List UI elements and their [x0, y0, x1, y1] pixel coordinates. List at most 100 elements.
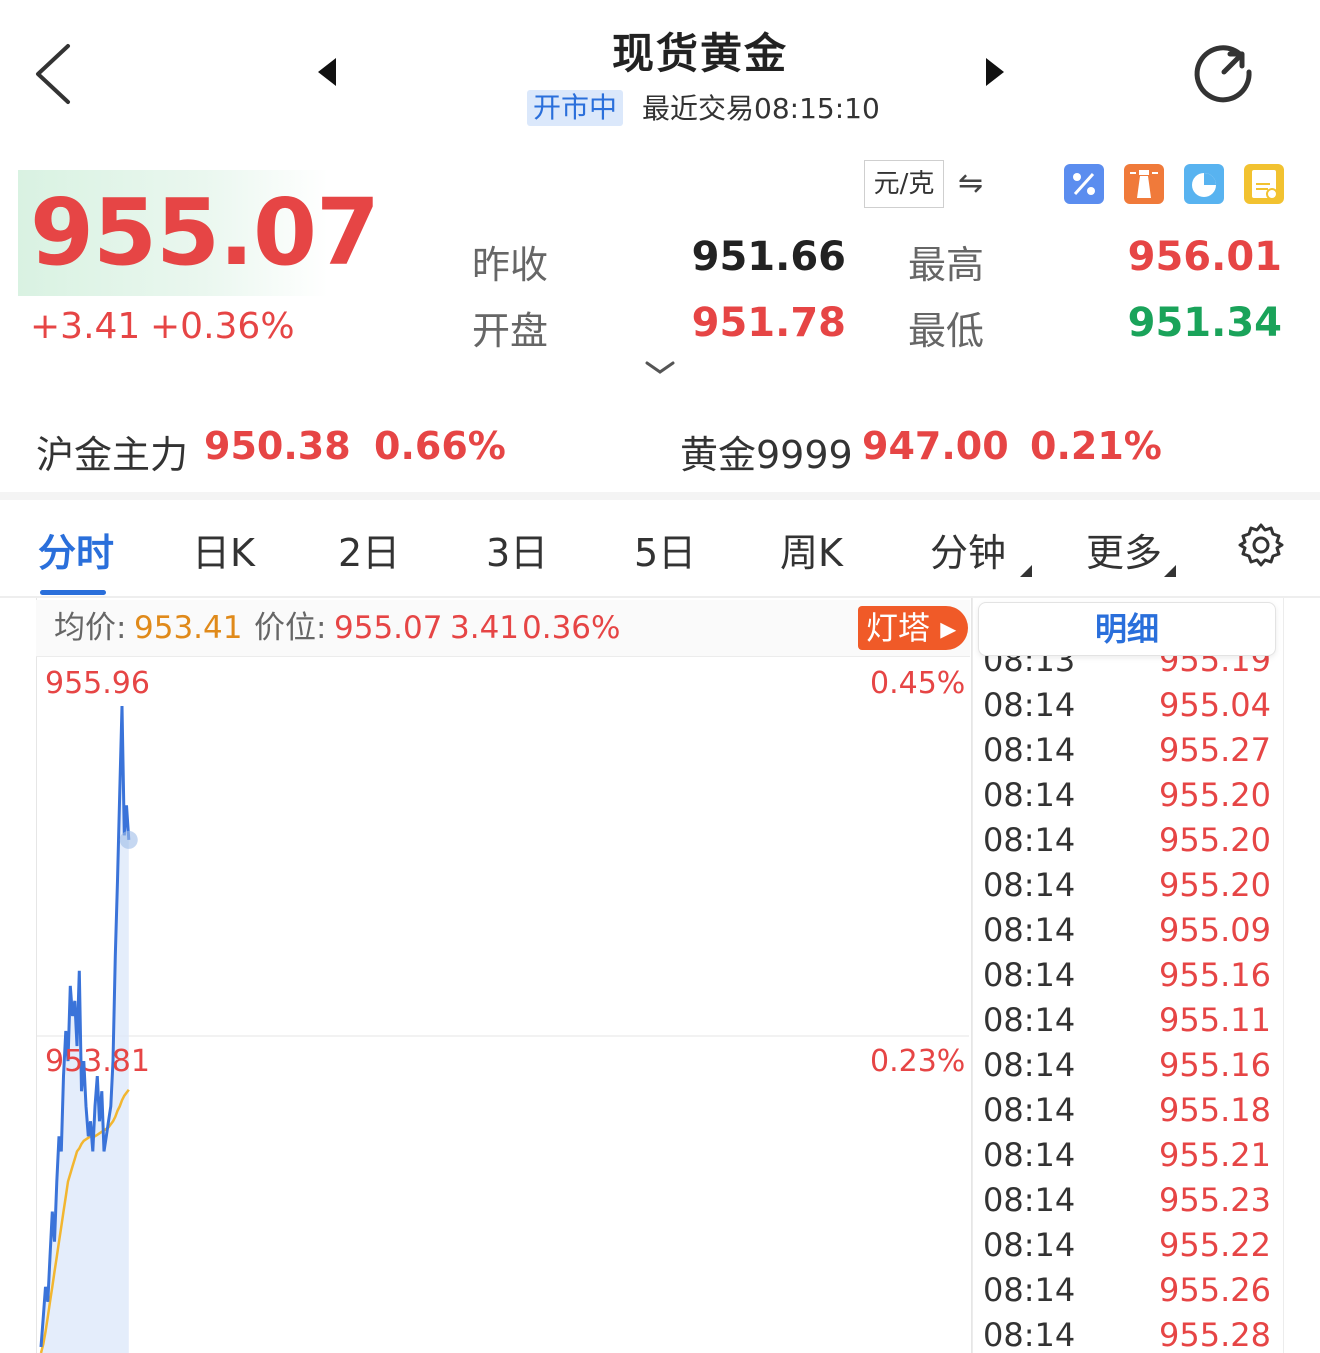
detail-price: 955.18 [1159, 1091, 1271, 1129]
detail-row: 08:14 955.20 [973, 818, 1283, 863]
unit-selector[interactable]: 元/克 [864, 160, 944, 208]
pie-icon[interactable] [1184, 164, 1224, 204]
axis-mid-pct: 0.23% [870, 1044, 966, 1079]
related-pct-2: 0.21% [1030, 424, 1162, 468]
detail-row: 08:14 955.04 [973, 683, 1283, 728]
detail-price: 955.28 [1159, 1316, 1271, 1353]
detail-row: 08:14 955.11 [973, 998, 1283, 1043]
detail-row: 08:14 955.16 [973, 953, 1283, 998]
detail-price: 955.09 [1159, 911, 1271, 949]
tab-more[interactable]: 更多 [1086, 522, 1162, 577]
related-price-2: 947.00 [862, 424, 1009, 468]
detail-row: 08:14 955.21 [973, 1133, 1283, 1178]
prev-close-label: 昨收 [472, 243, 549, 287]
pct-value: 0.36% [522, 610, 621, 646]
lighthouse-icon[interactable] [1124, 164, 1164, 204]
detail-price: 955.20 [1159, 776, 1271, 814]
tab-2day[interactable]: 2日 [338, 522, 400, 577]
market-status-badge: 开市中 [527, 90, 624, 126]
detail-row: 08:14 955.18 [973, 1088, 1283, 1133]
tab-3day[interactable]: 3日 [486, 522, 548, 577]
detail-price: 955.16 [1159, 1046, 1271, 1084]
detail-row: 08:14 955.20 [973, 773, 1283, 818]
detail-row: 08:14 955.23 [973, 1178, 1283, 1223]
low-value: 951.34 [1127, 300, 1282, 346]
detail-price: 955.21 [1159, 1136, 1271, 1174]
next-instrument-button[interactable] [986, 58, 1004, 86]
axis-top-price: 955.96 [45, 666, 150, 701]
price-change-pct: +0.36% [150, 306, 295, 347]
detail-time: 08:14 [983, 866, 1076, 904]
axis-mid-price: 953.81 [45, 1044, 150, 1079]
open-label: 开盘 [472, 309, 549, 353]
related-price-1: 950.38 [204, 424, 351, 468]
current-price-marker [119, 830, 138, 849]
detail-time: 08:14 [983, 1001, 1076, 1039]
detail-time: 08:14 [983, 1136, 1076, 1174]
avg-label: 均价: [54, 610, 127, 646]
detail-price: 955.16 [1159, 956, 1271, 994]
refresh-icon[interactable] [1192, 40, 1256, 104]
prev-close-value: 951.66 [691, 234, 846, 280]
detail-time: 08:14 [983, 686, 1076, 724]
last-price: 955.07 [30, 179, 380, 286]
dengta-button[interactable]: 灯塔 ▸ [858, 606, 968, 650]
tab-5day[interactable]: 5日 [634, 522, 696, 577]
detail-row: 08:14 955.28 [973, 1313, 1283, 1353]
prev-instrument-button[interactable] [318, 58, 336, 86]
expand-chevron-icon[interactable] [644, 360, 676, 376]
high-label: 最高 [908, 243, 985, 287]
detail-time: 08:14 [983, 1091, 1076, 1129]
detail-tab[interactable]: 明细 [978, 602, 1276, 656]
back-button[interactable] [28, 40, 80, 108]
swap-unit-icon[interactable]: ⇋ [958, 166, 983, 201]
detail-price: 955.20 [1159, 866, 1271, 904]
price-change: +3.41 [30, 306, 141, 347]
last-trade-time: 最近交易08:15:10 [642, 92, 880, 125]
related-name-1[interactable]: 沪金主力 [36, 424, 188, 479]
related-pct-1: 0.66% [374, 424, 506, 468]
tab-minute[interactable]: 分钟 [930, 522, 1006, 577]
detail-time: 08:14 [983, 911, 1076, 949]
open-value: 951.78 [691, 300, 846, 346]
detail-time: 08:14 [983, 1226, 1076, 1264]
more-dropdown-icon [1164, 565, 1176, 577]
price-label: 价位: [254, 610, 327, 646]
tab-intraday[interactable]: 分时 [38, 522, 114, 577]
tab-weekly-k[interactable]: 周K [780, 522, 843, 577]
gear-icon[interactable] [1238, 522, 1284, 568]
detail-row: 08:14 955.20 [973, 863, 1283, 908]
tab-daily-k[interactable]: 日K [192, 522, 255, 577]
detail-row: 08:14 955.22 [973, 1223, 1283, 1268]
detail-time: 08:14 [983, 1271, 1076, 1309]
related-name-2[interactable]: 黄金9999 [680, 424, 853, 479]
high-value: 956.01 [1127, 234, 1282, 280]
vip-icon[interactable] [1244, 164, 1284, 204]
detail-price: 955.20 [1159, 821, 1271, 859]
trade-detail-list[interactable]: 08:13 955.19 08:14 955.04 08:14 955.27 08:14 95… [972, 598, 1284, 1353]
section-divider [0, 492, 1320, 500]
detail-price: 955.22 [1159, 1226, 1271, 1264]
price-area-fill [41, 706, 129, 1353]
dengta-label: 灯塔 [866, 609, 931, 647]
detail-price: 955.27 [1159, 731, 1271, 769]
low-label: 最低 [908, 309, 985, 353]
detail-price: 955.23 [1159, 1181, 1271, 1219]
detail-time: 08:14 [983, 1316, 1076, 1353]
active-tab-indicator [40, 590, 106, 595]
intraday-chart[interactable] [37, 658, 969, 1353]
detail-time: 08:14 [983, 776, 1076, 814]
page-title: 现货黄金 [611, 29, 788, 78]
detail-price: 955.11 [1159, 1001, 1271, 1039]
detail-row: 08:14 955.26 [973, 1268, 1283, 1313]
detail-row: 08:14 955.16 [973, 1043, 1283, 1088]
detail-time: 08:14 [983, 956, 1076, 994]
detail-row: 08:14 955.09 [973, 908, 1283, 953]
axis-top-pct: 0.45% [870, 666, 966, 701]
percent-icon[interactable] [1064, 164, 1104, 204]
detail-time: 08:14 [983, 1046, 1076, 1084]
change-value: 3.41 [450, 610, 520, 646]
chart-info-bar: 均价: 953.41 价位: 955.07 3.41 0.36% [36, 600, 970, 657]
detail-time: 08:14 [983, 821, 1076, 859]
detail-row: 08:14 955.27 [973, 728, 1283, 773]
